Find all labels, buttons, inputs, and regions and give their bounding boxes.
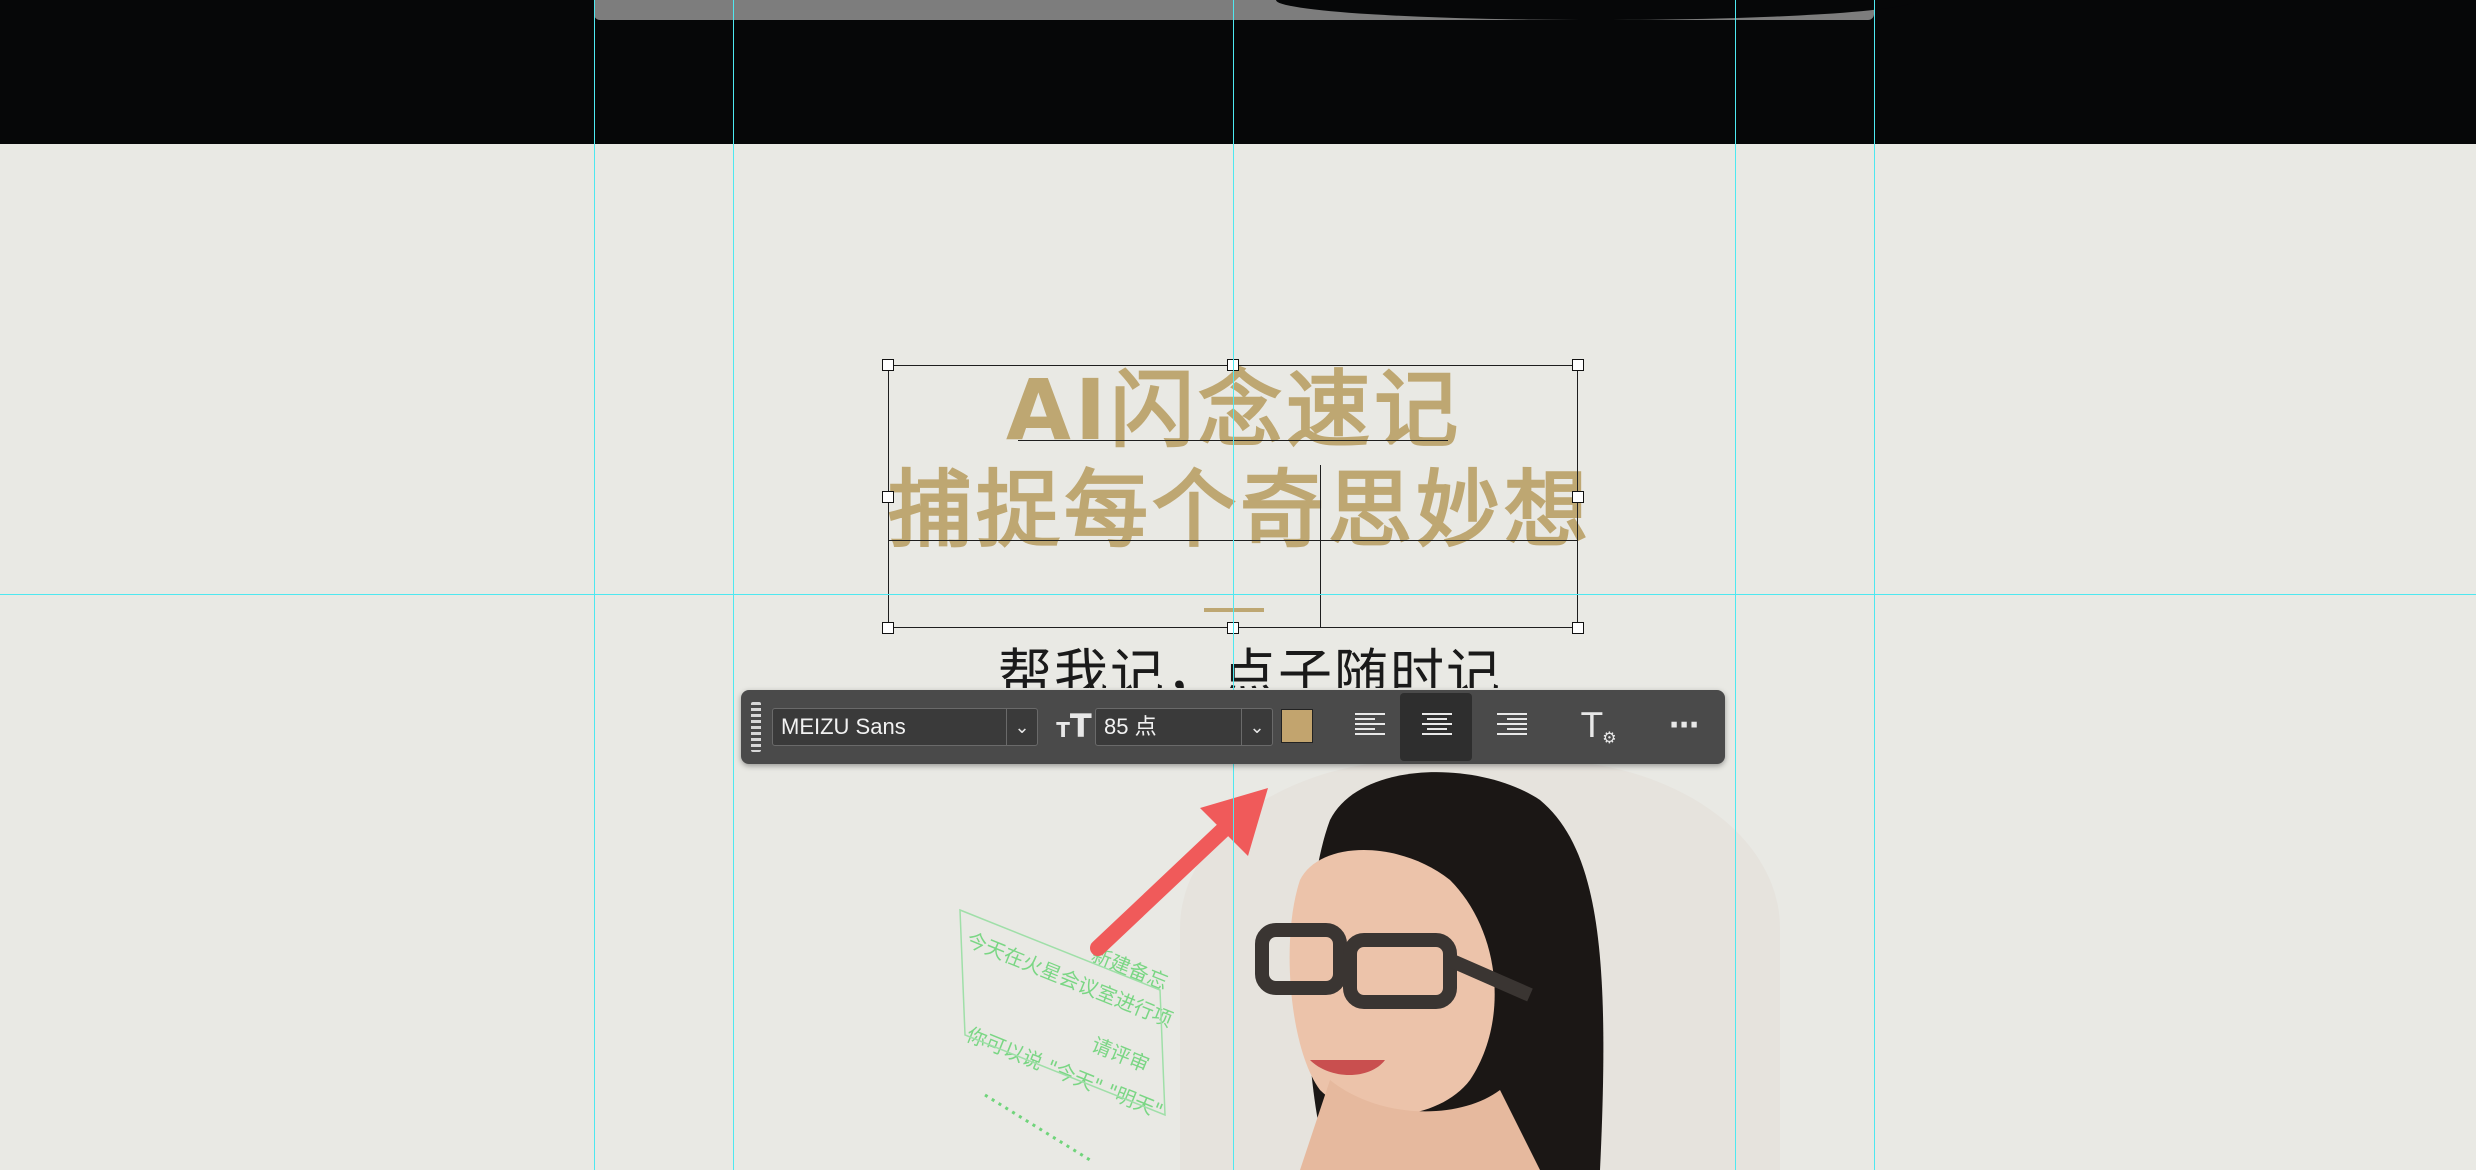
align-center-icon bbox=[1422, 713, 1452, 741]
guide-horizontal[interactable] bbox=[0, 594, 2476, 595]
align-right-icon bbox=[1497, 713, 1527, 741]
chevron-down-icon[interactable]: ⌄ bbox=[1241, 709, 1272, 745]
align-center-button[interactable] bbox=[1400, 693, 1472, 761]
ar-overlay-line-3: 请评审 bbox=[1088, 1032, 1153, 1077]
align-right-button[interactable] bbox=[1475, 693, 1547, 761]
font-size-value: 85 点 bbox=[1104, 714, 1157, 739]
guide-vertical[interactable] bbox=[733, 0, 734, 1170]
guide-vertical[interactable] bbox=[1874, 0, 1875, 1170]
guide-vertical[interactable] bbox=[1735, 0, 1736, 1170]
font-family-value: MEIZU Sans bbox=[781, 714, 906, 739]
align-left-icon bbox=[1355, 713, 1385, 741]
more-icon[interactable]: ⋯ bbox=[1661, 704, 1707, 748]
handle-bottom-right[interactable] bbox=[1572, 622, 1584, 634]
handle-bottom-left[interactable] bbox=[882, 622, 894, 634]
guide-vertical[interactable] bbox=[1233, 0, 1234, 1170]
align-left-button[interactable] bbox=[1333, 693, 1405, 761]
text-color-swatch[interactable] bbox=[1281, 709, 1313, 743]
font-size-icon: TT bbox=[1056, 707, 1092, 745]
guide-vertical[interactable] bbox=[594, 0, 595, 1170]
text-cursor-line bbox=[1320, 465, 1321, 628]
chevron-down-icon[interactable]: ⌄ bbox=[1006, 709, 1037, 745]
contextual-text-toolbar[interactable]: MEIZU Sans ⌄ TT 85 点 ⌄ T⚙ ⋯ bbox=[741, 690, 1725, 764]
text-options-icon[interactable]: T⚙ bbox=[1577, 702, 1621, 750]
document-canvas[interactable]: AI闪念速记 捕捉每个奇思妙想 帮我记，点子随时记 新建备忘 今天在火星会议室进… bbox=[0, 0, 2476, 1170]
arrow-annotation bbox=[1090, 822, 1231, 956]
font-size-field[interactable]: 85 点 ⌄ bbox=[1095, 708, 1273, 746]
handle-middle-right[interactable] bbox=[1572, 491, 1584, 503]
handle-top-left[interactable] bbox=[882, 359, 894, 371]
font-family-select[interactable]: MEIZU Sans ⌄ bbox=[772, 708, 1038, 746]
handle-middle-left[interactable] bbox=[882, 491, 894, 503]
drag-grip-icon[interactable] bbox=[751, 702, 761, 752]
handle-top-right[interactable] bbox=[1572, 359, 1584, 371]
